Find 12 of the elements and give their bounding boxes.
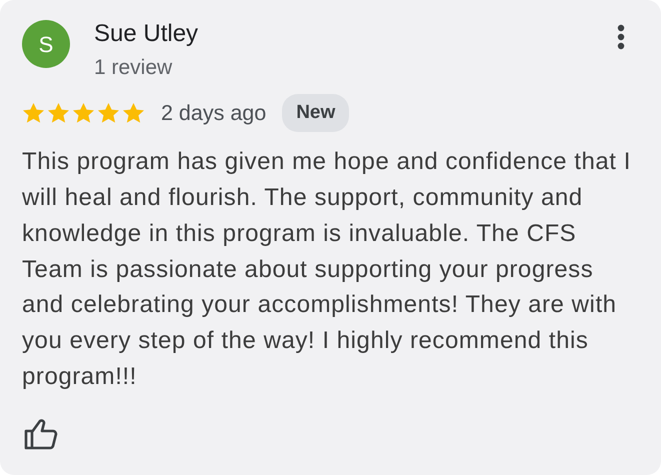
- star-icon: [22, 102, 45, 124]
- more-options-icon[interactable]: [617, 24, 625, 50]
- reviewer-name[interactable]: Sue Utley: [94, 20, 198, 49]
- star-icon: [97, 102, 120, 124]
- review-text: This program has given me hope and confidence that I will heal and flourish. The support, community and knowledge in this program is invaluable. The CFS Team is passionate about supporting your progress and celebrating your accomplishments! They are with you every step of the way! I highly recommend this program!!!: [22, 147, 632, 392]
- new-badge: New: [282, 94, 350, 132]
- star-icon: [47, 102, 70, 124]
- star-icon: [72, 102, 95, 124]
- thumbs-up-icon[interactable]: [24, 418, 58, 450]
- review-time: 2 days ago: [161, 100, 266, 128]
- review-count: 1 review: [94, 54, 174, 80]
- star-icon: [122, 102, 145, 124]
